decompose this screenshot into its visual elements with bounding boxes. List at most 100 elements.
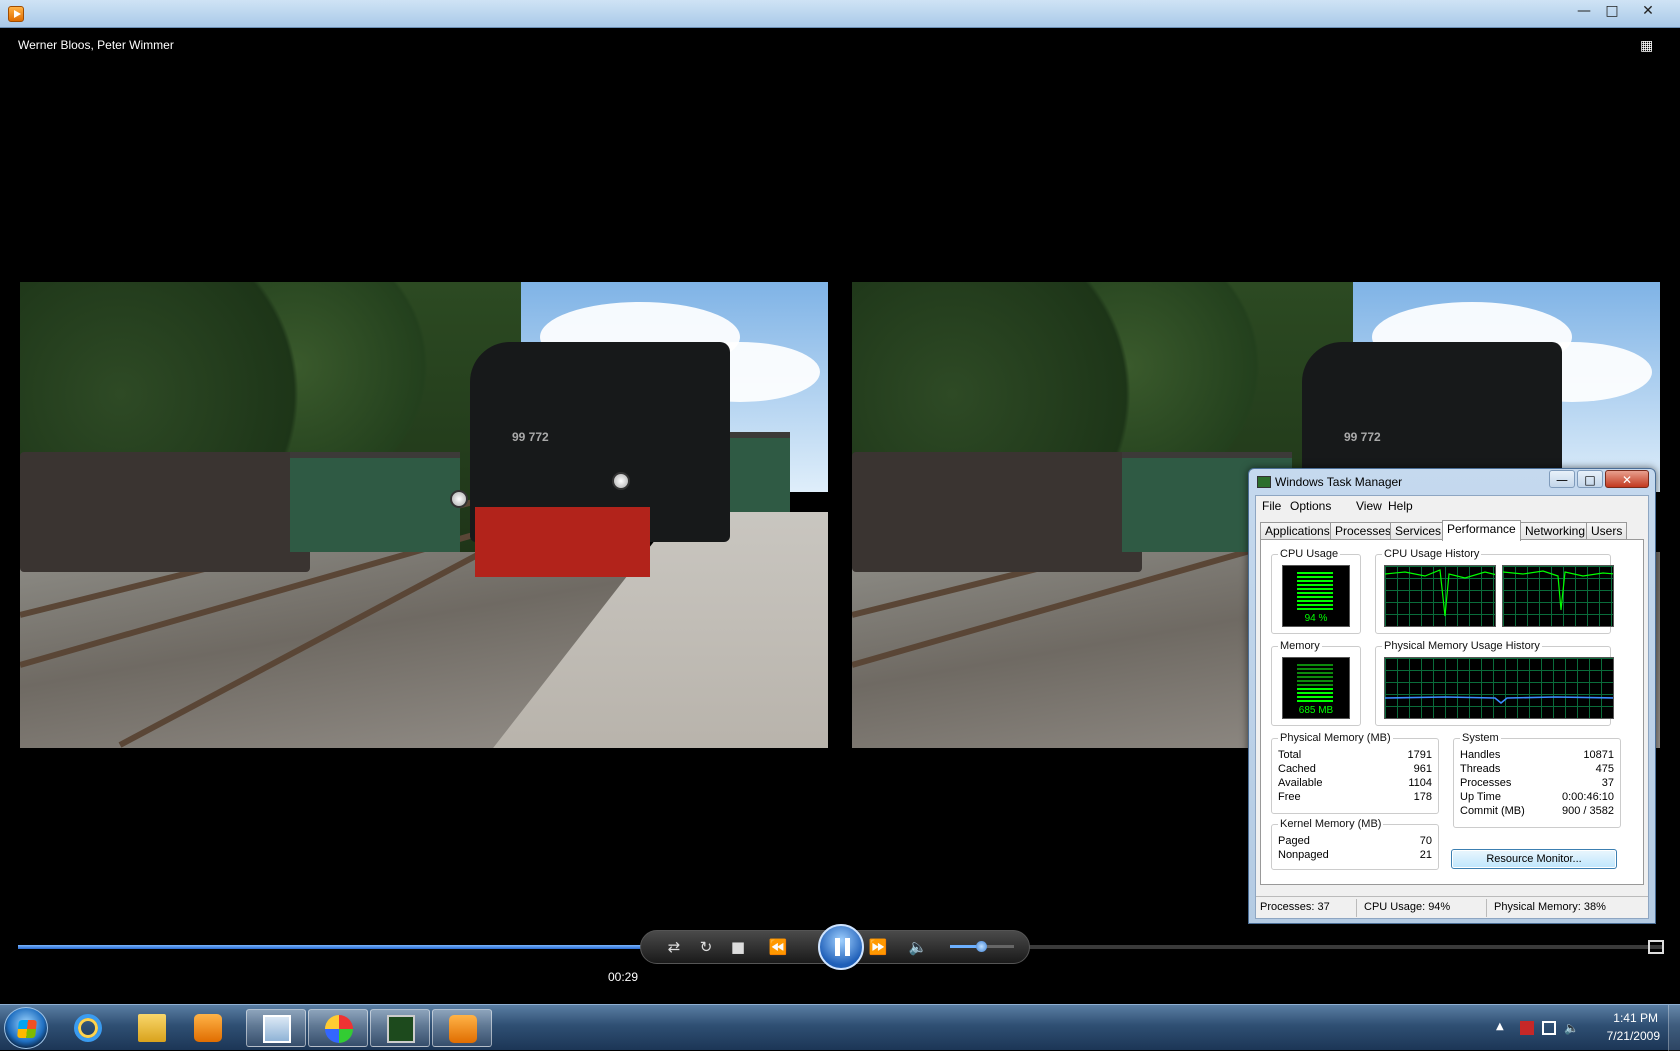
windows-explorer-icon [138, 1014, 166, 1042]
physical-memory-group: Physical Memory (MB) Total 1791 Cached 961… [1271, 732, 1439, 814]
clock-date[interactable]: 7/21/2009 [1607, 1029, 1660, 1043]
stat-row: Free 178 [1278, 791, 1432, 803]
start-button[interactable] [4, 1007, 48, 1049]
repeat-icon[interactable]: ↻ [695, 939, 717, 955]
internet-explorer-icon [74, 1014, 102, 1042]
time-elapsed: 00:29 [608, 970, 639, 984]
tab-performance[interactable]: Performance [1442, 520, 1521, 541]
show-desktop-button[interactable] [1668, 1005, 1680, 1051]
tab-processes[interactable]: Processes [1330, 522, 1397, 540]
stat-row: Commit (MB) 900 / 3582 [1460, 805, 1614, 817]
switch-to-library-icon[interactable]: ▦ [1640, 38, 1658, 54]
tab-users[interactable]: Users [1586, 522, 1628, 540]
previous-icon[interactable]: ⏪ [767, 939, 789, 955]
taskbar-internet-explorer[interactable] [58, 1009, 118, 1047]
network-icon[interactable] [1542, 1021, 1556, 1035]
tab-networking[interactable]: Networking [1520, 522, 1591, 540]
cpu-usage-meter: 94 % [1282, 565, 1350, 627]
taskbar-remote-desktop[interactable] [246, 1009, 306, 1047]
stat-row: Threads 475 [1460, 763, 1614, 775]
performance-panel: CPU Usage 94 % CPU Usage History Memory … [1260, 539, 1644, 885]
show-hidden-icons-icon[interactable]: ▲ [1496, 1021, 1510, 1035]
stat-row: Handles 10871 [1460, 749, 1614, 761]
stat-row: Paged 70 [1278, 835, 1432, 847]
memory-history-group: Physical Memory Usage History [1375, 640, 1614, 726]
memory-label: Memory [1278, 640, 1322, 652]
media-player-icon[interactable] [8, 6, 24, 22]
memory-history-label: Physical Memory Usage History [1382, 640, 1542, 652]
taskbar-paint[interactable] [308, 1009, 368, 1047]
volume-slider[interactable] [950, 941, 1014, 952]
maximize-icon[interactable]: □ [1577, 470, 1603, 488]
menu-view[interactable]: View [1356, 499, 1382, 513]
stat-row: Up Time 0:00:46:10 [1460, 791, 1614, 803]
menu-options[interactable]: Options [1290, 499, 1331, 513]
volume-icon[interactable]: 🔈 [907, 939, 929, 955]
fullscreen-icon[interactable] [1648, 940, 1664, 954]
remote-desktop-icon [263, 1015, 291, 1043]
taskbar-media-player-active[interactable] [432, 1009, 492, 1047]
memory-group: Memory 685 MB [1271, 640, 1361, 726]
status-memory: Physical Memory: 38% [1494, 901, 1606, 913]
notification-area: ▲ 🔈 1:41 PM 7/21/2009 [1480, 1005, 1680, 1051]
close-icon[interactable]: ✕ [1605, 470, 1649, 488]
task-manager-icon [1257, 476, 1271, 488]
system-label: System [1460, 732, 1501, 744]
task-manager-icon [387, 1015, 415, 1043]
task-manager-client: File Options View Help Applications Proc… [1255, 495, 1649, 919]
tab-applications[interactable]: Applications [1260, 522, 1335, 540]
volume-icon[interactable]: 🔈 [1564, 1021, 1579, 1035]
resource-monitor-button[interactable]: Resource Monitor... [1451, 849, 1617, 869]
memory-history-graph [1384, 657, 1614, 719]
cpu-history-label: CPU Usage History [1382, 548, 1482, 560]
cpu-usage-label: CPU Usage [1278, 548, 1341, 560]
stat-row: Processes 37 [1460, 777, 1614, 789]
close-icon[interactable]: ✕ [1630, 2, 1666, 20]
cpu-usage-group: CPU Usage 94 % [1271, 548, 1361, 634]
cpu-history-graph-core-1 [1384, 565, 1496, 627]
maximize-icon[interactable]: □ [1600, 2, 1624, 20]
taskbar-media-player[interactable] [178, 1009, 238, 1047]
paint-icon [325, 1015, 353, 1043]
minimize-icon[interactable]: — [1572, 2, 1596, 20]
pause-icon [835, 938, 840, 956]
minimize-icon[interactable]: — [1549, 470, 1575, 488]
stat-row: Nonpaged 21 [1278, 849, 1432, 861]
next-icon[interactable]: ⏩ [867, 939, 889, 955]
media-player-icon [194, 1014, 222, 1042]
stat-row: Total 1791 [1278, 749, 1432, 761]
status-bar: Processes: 37 CPU Usage: 94% Physical Me… [1256, 896, 1648, 918]
menu-bar: File Options View Help [1256, 496, 1648, 516]
status-processes: Processes: 37 [1260, 901, 1330, 913]
tab-services[interactable]: Services [1390, 522, 1447, 540]
windows-logo-icon [17, 1020, 37, 1038]
shuffle-icon[interactable]: ⇄ [663, 939, 685, 955]
stat-row: Available 1104 [1278, 777, 1432, 789]
volume-slider-thumb[interactable] [975, 941, 987, 952]
task-manager-window: Windows Task Manager — □ ✕ File Options … [1248, 468, 1656, 924]
clock-time[interactable]: 1:41 PM [1613, 1011, 1658, 1025]
kernel-memory-group: Kernel Memory (MB) Paged 70 Nonpaged 21 [1271, 818, 1439, 870]
menu-file[interactable]: File [1262, 499, 1281, 513]
cpu-history-graph-core-2 [1502, 565, 1614, 627]
stat-row: Cached 961 [1278, 763, 1432, 775]
locomotive-number: 99 772 [512, 430, 549, 444]
system-group: System Handles 10871 Threads 475 Processes… [1453, 732, 1621, 828]
taskbar-task-manager[interactable] [370, 1009, 430, 1047]
pause-button[interactable] [818, 924, 864, 970]
video-frame-left: 99 772 [20, 282, 828, 748]
cpu-history-group: CPU Usage History [1375, 548, 1614, 634]
locomotive-number: 99 772 [1344, 430, 1381, 444]
action-center-flag-icon[interactable] [1520, 1021, 1534, 1035]
cpu-usage-value: 94 % [1304, 613, 1328, 624]
taskbar-windows-explorer[interactable] [122, 1009, 182, 1047]
physical-memory-label: Physical Memory (MB) [1278, 732, 1393, 744]
memory-meter: 685 MB [1282, 657, 1350, 719]
title-bar[interactable]: — □ ✕ [0, 0, 1680, 28]
menu-help[interactable]: Help [1388, 499, 1413, 513]
status-cpu: CPU Usage: 94% [1364, 901, 1451, 913]
memory-value: 685 MB [1298, 705, 1334, 716]
kernel-memory-label: Kernel Memory (MB) [1278, 818, 1384, 830]
stop-icon[interactable]: ■ [727, 939, 749, 955]
media-title: Werner Bloos, Peter Wimmer [18, 38, 174, 52]
